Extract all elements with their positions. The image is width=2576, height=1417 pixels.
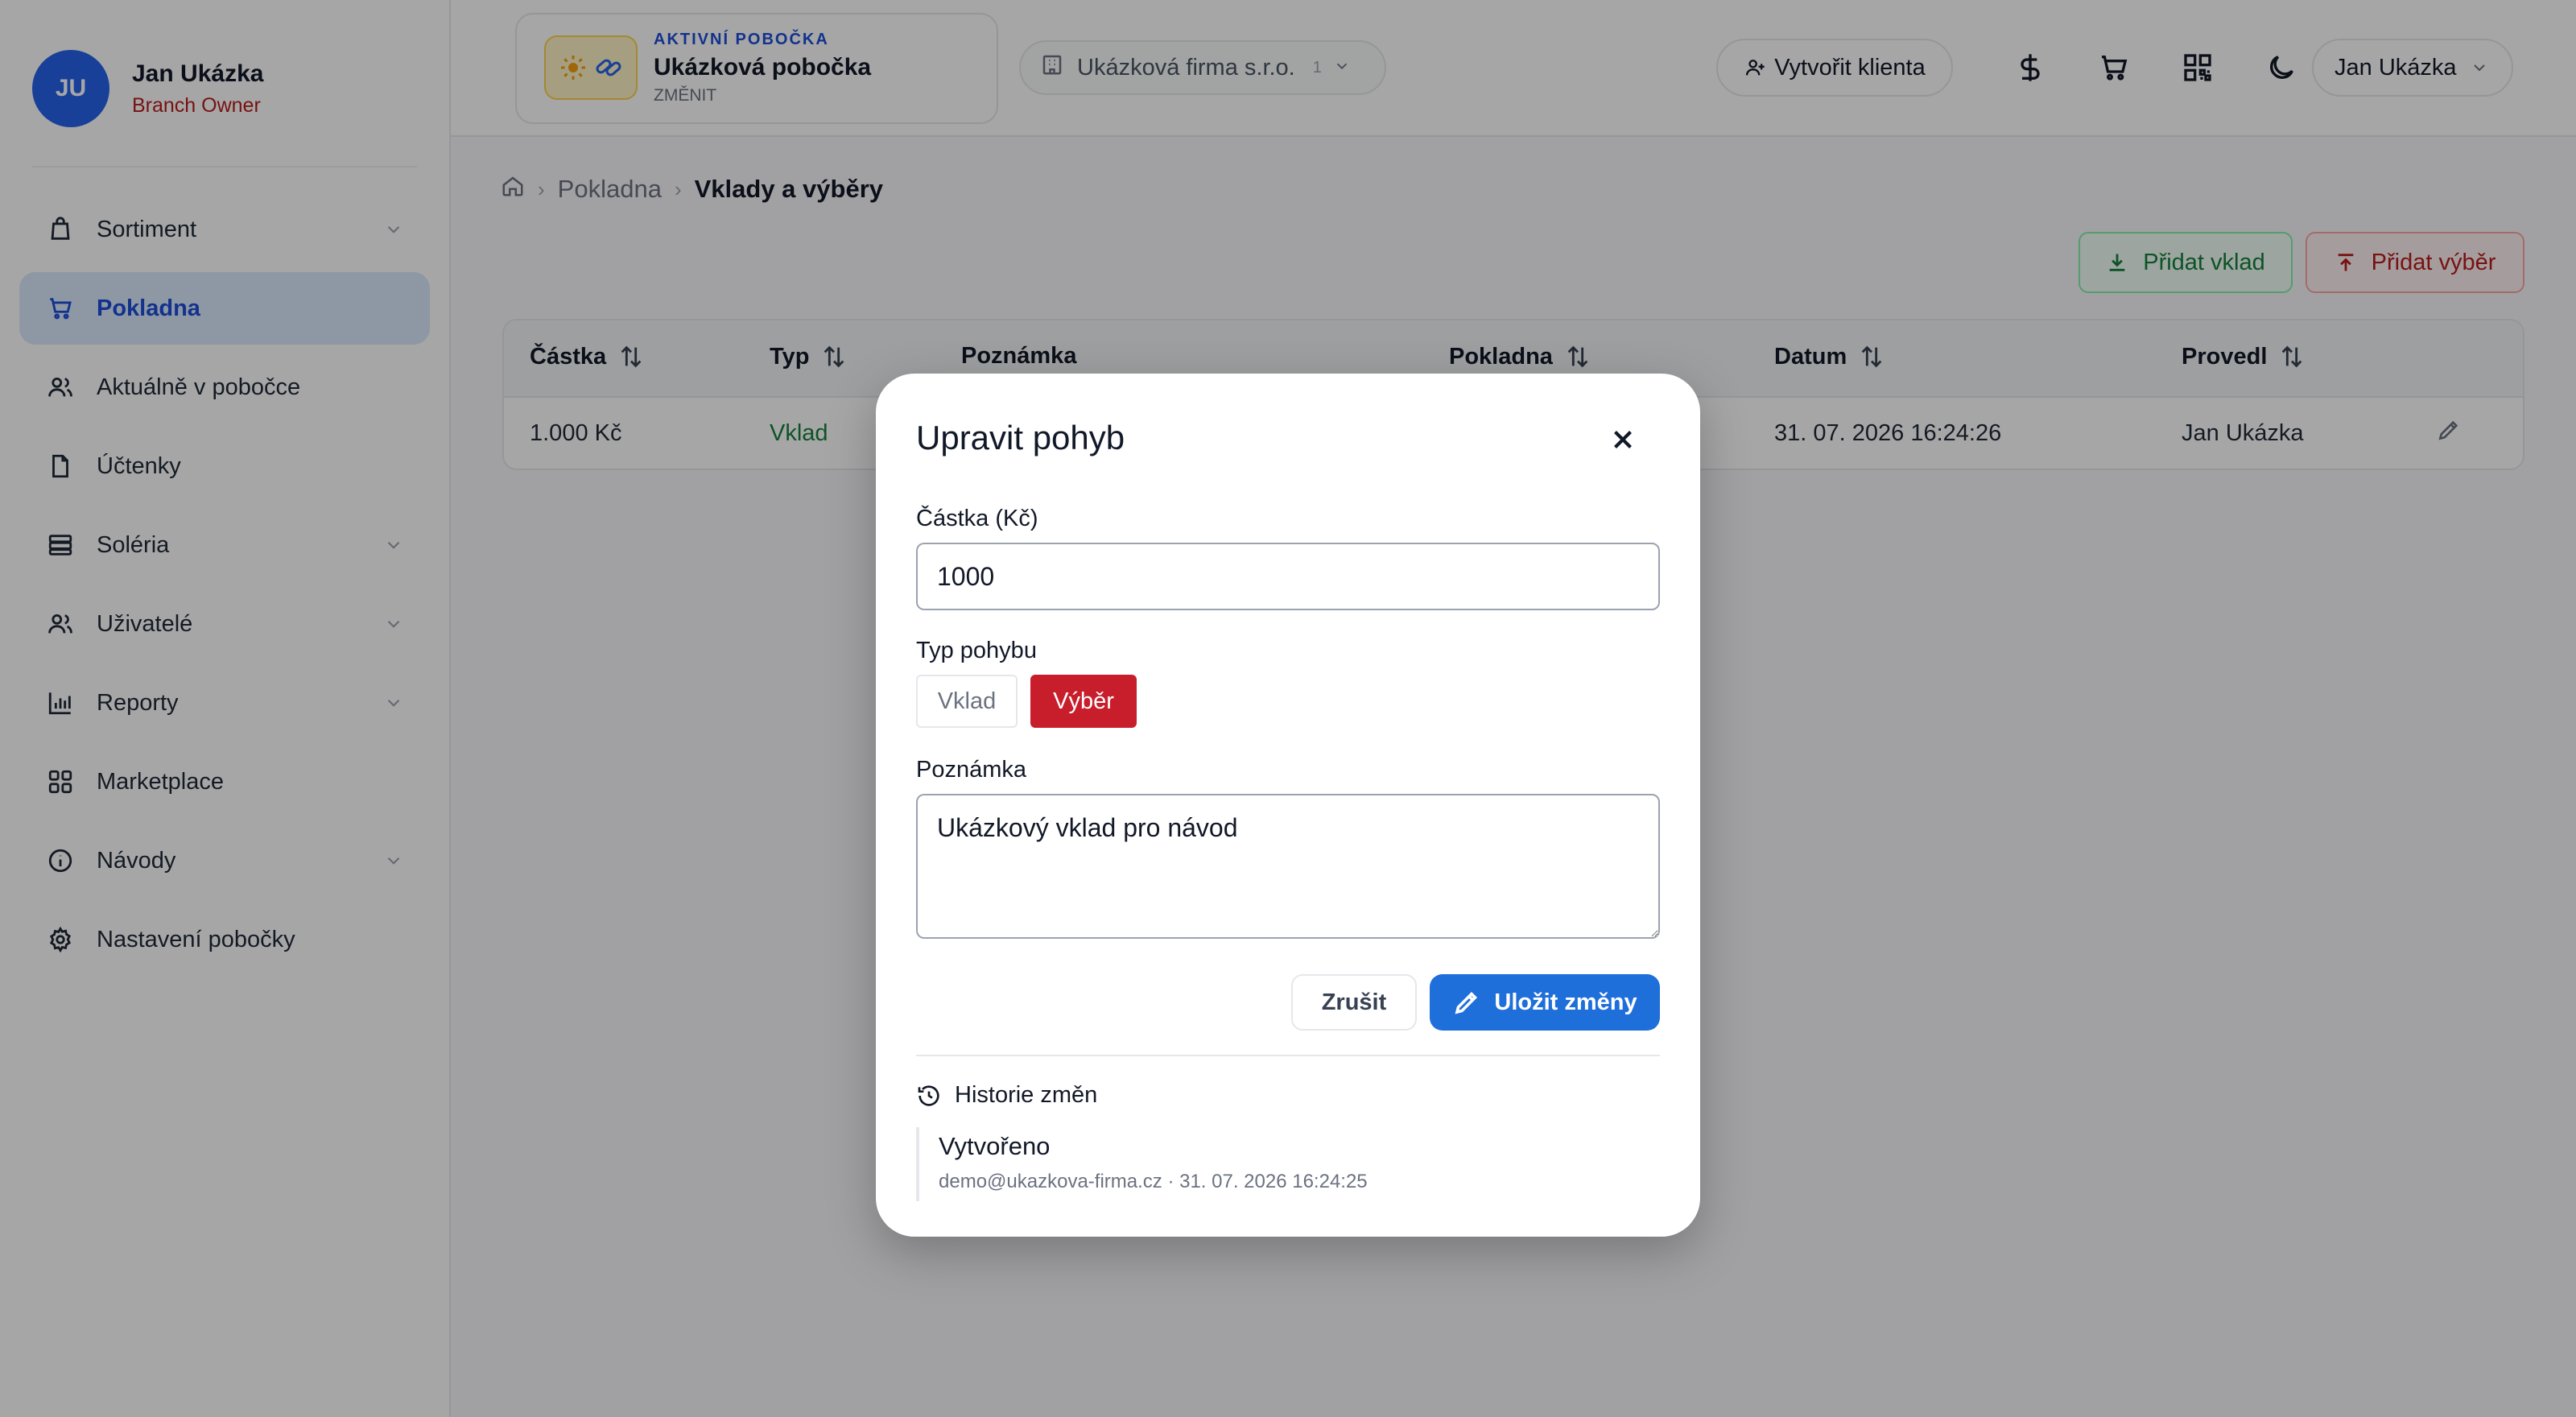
amount-input[interactable] [916,543,1660,610]
note-textarea[interactable]: Ukázkový vklad pro návod [916,794,1660,939]
type-option-deposit[interactable]: Vklad [916,675,1018,728]
dialog-title: Upravit pohyb [916,419,1125,456]
history-entry-title: Vytvořeno [939,1132,1051,1160]
close-icon[interactable] [1604,420,1642,459]
amount-label: Částka (Kč) [916,506,1038,531]
movement-type-label: Typ pohybu [916,638,1037,663]
edit-movement-dialog: Upravit pohyb Částka (Kč) Typ pohybu Vkl… [876,374,1700,1237]
save-changes-label: Uložit změny [1494,989,1637,1015]
pencil-icon [1455,991,1478,1014]
save-changes-button[interactable]: Uložit změny [1430,974,1660,1031]
history-entry-meta: demo@ukazkova-firma.cz · 31. 07. 2026 16… [939,1171,1368,1192]
type-option-withdrawal[interactable]: Výběr [1030,675,1137,728]
cancel-button[interactable]: Zrušit [1291,974,1417,1031]
history-icon [918,1084,939,1106]
dialog-divider [916,1055,1660,1056]
history-entry: Vytvořeno demo@ukazkova-firma.cz · 31. 0… [916,1127,1368,1201]
history-heading: Historie změn [916,1082,1097,1109]
note-label: Poznámka [916,757,1027,783]
